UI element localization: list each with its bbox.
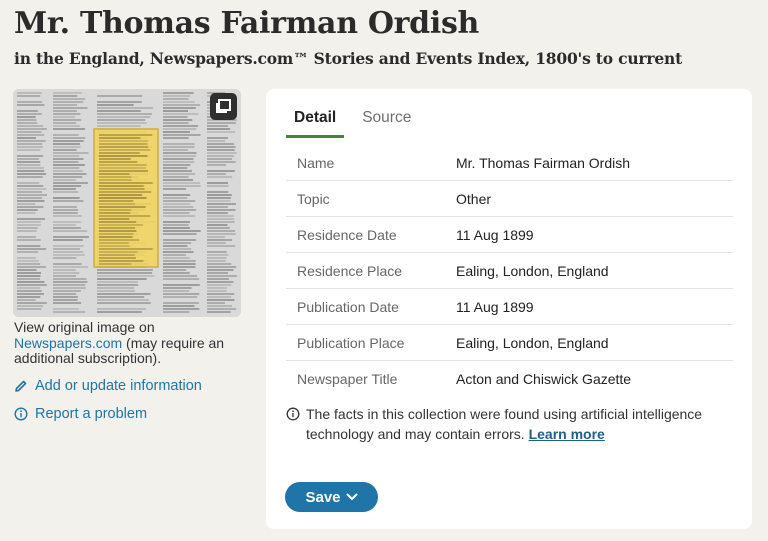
tab-source[interactable]: Source [354,109,419,138]
fact-value: Other [456,190,492,207]
fact-row: Publication Date 11 Aug 1899 [286,289,733,325]
add-update-label: Add or update information [35,378,202,394]
fact-row: Publication Place Ealing, London, England [286,325,733,361]
expand-image-button[interactable] [210,93,237,120]
view-original-text: View original image on Newspapers.com (m… [14,319,244,367]
fact-row: Name Mr. Thomas Fairman Ordish [286,145,733,181]
fact-row: Residence Date 11 Aug 1899 [286,217,733,253]
fact-label: Publication Date [297,298,399,315]
pencil-icon [14,379,28,393]
newspaper-thumbnail[interactable] [13,89,241,317]
save-button[interactable]: Save [285,482,378,512]
learn-more-link[interactable]: Learn more [529,426,605,442]
report-problem-label: Report a problem [35,406,148,422]
report-problem-link[interactable]: Report a problem [14,406,147,422]
fact-value: Ealing, London, England [456,334,609,351]
fact-row: Residence Place Ealing, London, England [286,253,733,289]
fact-value: 11 Aug 1899 [456,298,534,315]
save-label: Save [305,488,341,506]
newspaper-clipping-image [13,89,241,317]
fact-label: Topic [297,190,330,207]
fact-label: Publication Place [297,334,405,351]
chevron-down-icon [346,493,358,501]
fact-label: Name [297,154,335,171]
ai-disclaimer-body: The facts in this collection were found … [306,404,726,444]
fact-value: Mr. Thomas Fairman Ordish [456,154,631,171]
fact-row: Topic Other [286,181,733,217]
tab-detail[interactable]: Detail [286,109,345,138]
info-icon [14,407,28,421]
page-title: Mr. Thomas Fairman Ordish [14,6,480,41]
fact-label: Residence Date [297,226,397,243]
ai-disclaimer: The facts in this collection were found … [286,404,726,444]
fact-value: Ealing, London, England [456,262,609,279]
newspapers-link[interactable]: Newspapers.com [14,335,122,351]
fact-value: Acton and Chiswick Gazette [456,371,632,387]
info-icon [286,407,300,421]
view-original-prefix: View original image on [14,319,155,335]
ai-disclaimer-text: The facts in this collection were found … [306,406,703,442]
fact-label: Residence Place [297,262,403,279]
fact-label: Newspaper Title [297,371,398,387]
record-tabs: Detail Source [286,109,419,138]
fact-value: 11 Aug 1899 [456,226,534,243]
expand-icon [216,99,231,113]
facts-table: Name Mr. Thomas Fairman Ordish Topic Other… [286,145,733,397]
fact-row: Newspaper Title Acton and Chiswick Gazett… [286,361,733,397]
record-card: Detail Source Name Mr. Thomas Fairman Ord… [266,89,752,529]
collection-subtitle: in the England, Newspapers.com™ Stories … [14,49,683,68]
add-update-link[interactable]: Add or update information [14,378,202,394]
